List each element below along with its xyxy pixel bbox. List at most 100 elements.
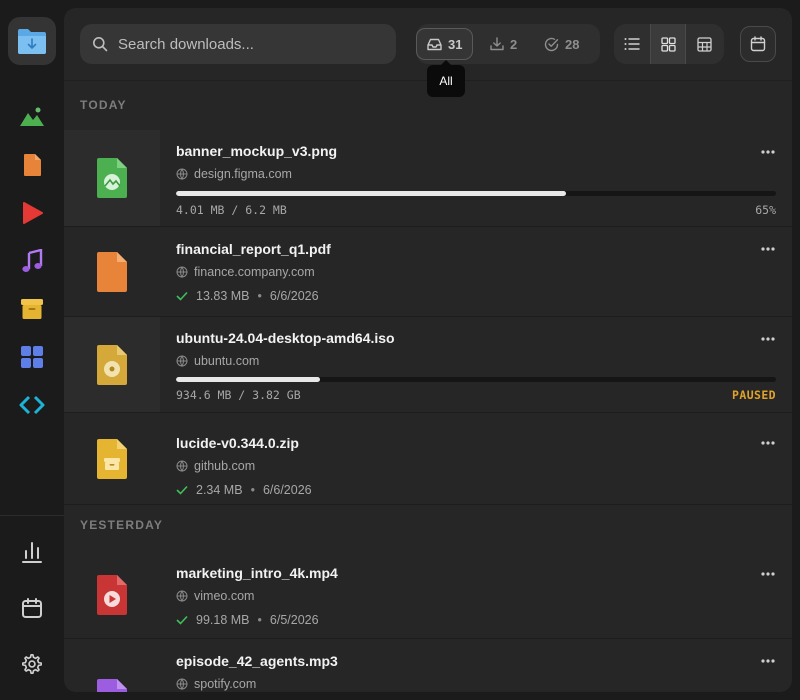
more-options-button[interactable]: [760, 241, 776, 257]
globe-icon: [176, 355, 188, 367]
sidebar-item-code[interactable]: [18, 391, 46, 419]
section-label-yesterday: YESTERDAY: [80, 518, 164, 532]
sidebar-item-archives[interactable]: [18, 295, 46, 323]
section-label-today: TODAY: [80, 98, 127, 112]
download-icon: [490, 37, 504, 51]
app-logo[interactable]: [8, 17, 56, 65]
file-date: 6/6/2026: [262, 483, 312, 497]
download-row[interactable]: lucide-v0.344.0.zip github.com 2.34 MB •…: [64, 413, 792, 505]
calendar-button[interactable]: [18, 594, 46, 622]
check-icon: [176, 291, 188, 301]
file-meta: 13.83 MB • 6/6/2026: [176, 289, 319, 303]
file-name: marketing_intro_4k.mp4: [176, 565, 338, 581]
view-toggle-group: [614, 24, 724, 64]
archive-file-icon: [97, 438, 127, 479]
table-view-button[interactable]: [686, 24, 722, 64]
filter-downloading-count: 2: [510, 36, 518, 52]
more-options-button[interactable]: [760, 144, 776, 160]
filter-tooltip: All: [427, 60, 465, 97]
more-options-button[interactable]: [760, 653, 776, 669]
download-row[interactable]: episode_42_agents.mp3 spotify.com: [64, 639, 792, 692]
sidebar-item-apps[interactable]: [18, 343, 46, 371]
file-thumbnail: [64, 317, 160, 412]
file-meta: 99.18 MB • 6/5/2026: [176, 613, 319, 627]
more-options-button[interactable]: [760, 331, 776, 347]
globe-icon: [176, 678, 188, 690]
disc-image-file-icon: [97, 344, 127, 385]
download-row[interactable]: ubuntu-24.04-desktop-amd64.iso ubuntu.co…: [64, 317, 792, 413]
file-name: lucide-v0.344.0.zip: [176, 435, 299, 451]
progress-bar: [176, 377, 776, 382]
sidebar-item-documents[interactable]: [18, 151, 46, 179]
file-name: ubuntu-24.04-desktop-amd64.iso: [176, 330, 395, 346]
search-input[interactable]: Search downloads...: [118, 36, 254, 53]
table-icon: [696, 36, 712, 52]
date-filter-button[interactable]: [740, 26, 776, 62]
filter-all[interactable]: 31: [416, 28, 474, 60]
sidebar-item-music[interactable]: [18, 247, 46, 275]
folder-download-icon: [18, 29, 46, 54]
file-name: banner_mockup_v3.png: [176, 143, 338, 159]
file-thumbnail: [64, 639, 160, 692]
check-circle-icon: [544, 37, 559, 51]
file-host: design.figma.com: [194, 167, 292, 181]
sidebar-item-images[interactable]: [18, 103, 46, 131]
file-host: finance.company.com: [194, 265, 315, 279]
file-source: finance.company.com: [176, 265, 315, 279]
progress-text: 934.6 MB / 3.82 GB: [176, 388, 301, 402]
settings-button[interactable]: [18, 650, 46, 678]
filter-completed[interactable]: 28: [534, 28, 589, 60]
file-meta: 2.34 MB • 6/6/2026: [176, 483, 312, 497]
grid-view-button[interactable]: [650, 24, 686, 64]
globe-icon: [176, 168, 188, 180]
progress-text: 4.01 MB / 6.2 MB: [176, 203, 287, 217]
file-thumbnail: [64, 227, 160, 316]
file-source: spotify.com: [176, 677, 256, 691]
list-view-button[interactable]: [614, 24, 650, 64]
globe-icon: [176, 590, 188, 602]
apps-icon: [21, 346, 43, 368]
status-filter-group: 31 2 28: [416, 24, 600, 64]
downloads-panel: Search downloads... 31 2 28 All TODAY ba…: [64, 8, 792, 692]
music-icon: [22, 249, 43, 272]
file-source: vimeo.com: [176, 589, 254, 603]
document-icon: [24, 154, 41, 176]
file-source: design.figma.com: [176, 167, 292, 181]
more-horizontal-icon: [761, 441, 775, 445]
filter-downloading[interactable]: 2: [480, 28, 527, 60]
file-date: 6/6/2026: [269, 289, 319, 303]
more-options-button[interactable]: [760, 435, 776, 451]
search-box[interactable]: Search downloads...: [80, 24, 396, 64]
separator-dot: •: [250, 483, 255, 497]
globe-icon: [176, 266, 188, 278]
download-row[interactable]: banner_mockup_v3.png design.figma.com 4.…: [64, 130, 792, 227]
file-name: episode_42_agents.mp3: [176, 653, 338, 669]
more-horizontal-icon: [761, 659, 775, 663]
sidebar-item-videos[interactable]: [18, 199, 46, 227]
paused-status: PAUSED: [732, 388, 776, 402]
file-source: ubuntu.com: [176, 354, 259, 368]
settings-icon: [22, 654, 42, 674]
sidebar: [0, 0, 64, 700]
file-size: 13.83 MB: [196, 289, 250, 303]
filter-all-count: 31: [448, 36, 463, 52]
download-row[interactable]: marketing_intro_4k.mp4 vimeo.com 99.18 M…: [64, 552, 792, 639]
progress-percent: 65%: [755, 203, 776, 217]
more-horizontal-icon: [761, 337, 775, 341]
file-thumbnail: [64, 552, 160, 638]
more-horizontal-icon: [761, 247, 775, 251]
video-icon: [23, 202, 43, 224]
separator-dot: •: [257, 613, 262, 627]
image-file-icon: [97, 158, 127, 198]
file-host: github.com: [194, 459, 256, 473]
calendar-icon: [22, 598, 42, 618]
archive-icon: [21, 299, 43, 319]
file-host: spotify.com: [194, 677, 257, 691]
file-host: ubuntu.com: [194, 354, 260, 368]
stats-button[interactable]: [18, 538, 46, 566]
image-icon: [20, 107, 44, 126]
download-row[interactable]: financial_report_q1.pdf finance.company.…: [64, 227, 792, 317]
more-options-button[interactable]: [760, 566, 776, 582]
more-horizontal-icon: [761, 572, 775, 576]
inbox-icon: [427, 38, 442, 50]
